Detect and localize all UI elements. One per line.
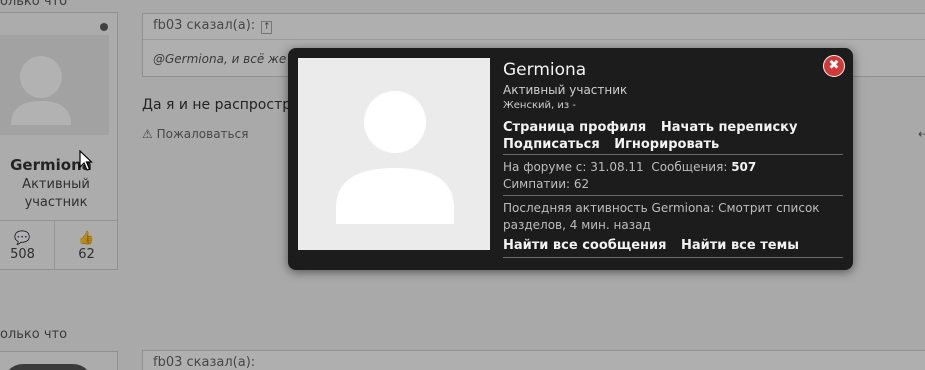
close-icon[interactable]: ✖: [823, 55, 845, 77]
likes-value: 62: [573, 177, 590, 191]
follow-link[interactable]: Подписаться: [503, 137, 600, 152]
last-activity-text: Последняя активность Germiona: Смотрит с…: [503, 201, 820, 232]
member-avatar[interactable]: [298, 58, 490, 250]
divider: [503, 257, 843, 258]
member-links-row-1: Страница профиля Начать переписку: [503, 120, 807, 135]
find-all-messages-link[interactable]: Найти все сообщения: [503, 238, 666, 253]
profile-page-link[interactable]: Страница профиля: [503, 120, 646, 135]
ignore-link[interactable]: Игнорировать: [614, 137, 719, 152]
divider: [503, 154, 843, 155]
joined-value: 31.08.11: [590, 160, 644, 174]
member-stats: На форуме с: 31.08.11 Сообщения: 507 Сим…: [503, 159, 756, 193]
find-all-threads-link[interactable]: Найти все темы: [681, 238, 799, 253]
member-tooltip-popup: ✖ Germiona Активный участник Женский, из…: [288, 48, 853, 270]
member-title: Активный участник: [503, 83, 628, 97]
messages-value[interactable]: 507: [731, 160, 756, 174]
divider: [503, 195, 843, 196]
messages-label: Сообщения:: [651, 160, 728, 174]
member-name[interactable]: Germiona: [503, 60, 586, 80]
member-links-row-3: Найти все сообщения Найти все темы: [503, 238, 809, 253]
start-conversation-link[interactable]: Начать переписку: [661, 120, 798, 135]
likes-label: Симпатии:: [503, 177, 571, 191]
member-gender-location: Женский, из -: [503, 100, 576, 111]
joined-label: На форуме с:: [503, 160, 587, 174]
mouse-cursor-icon: [79, 150, 93, 171]
member-links-row-2: Подписаться Игнорировать: [503, 137, 729, 152]
